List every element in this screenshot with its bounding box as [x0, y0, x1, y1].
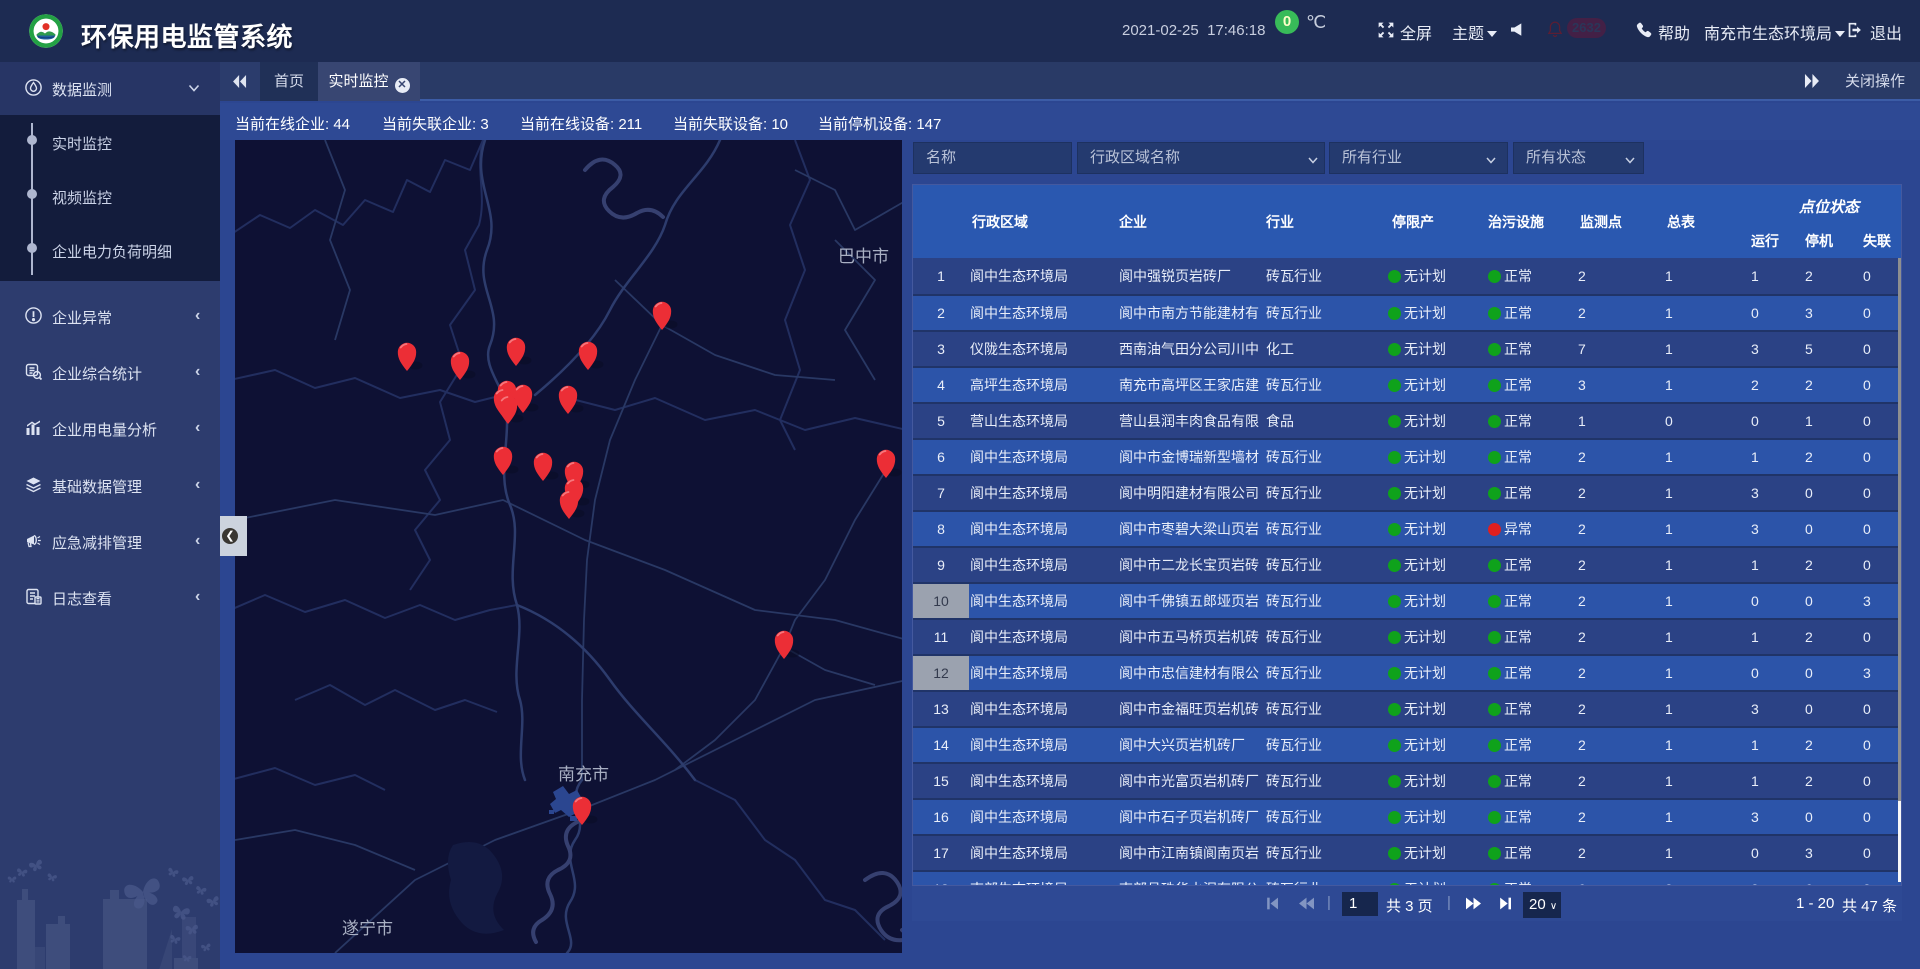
svg-text:南充市: 南充市 — [558, 765, 609, 784]
svg-text:遂宁市: 遂宁市 — [342, 919, 393, 938]
svg-text:巴中市: 巴中市 — [838, 247, 889, 266]
